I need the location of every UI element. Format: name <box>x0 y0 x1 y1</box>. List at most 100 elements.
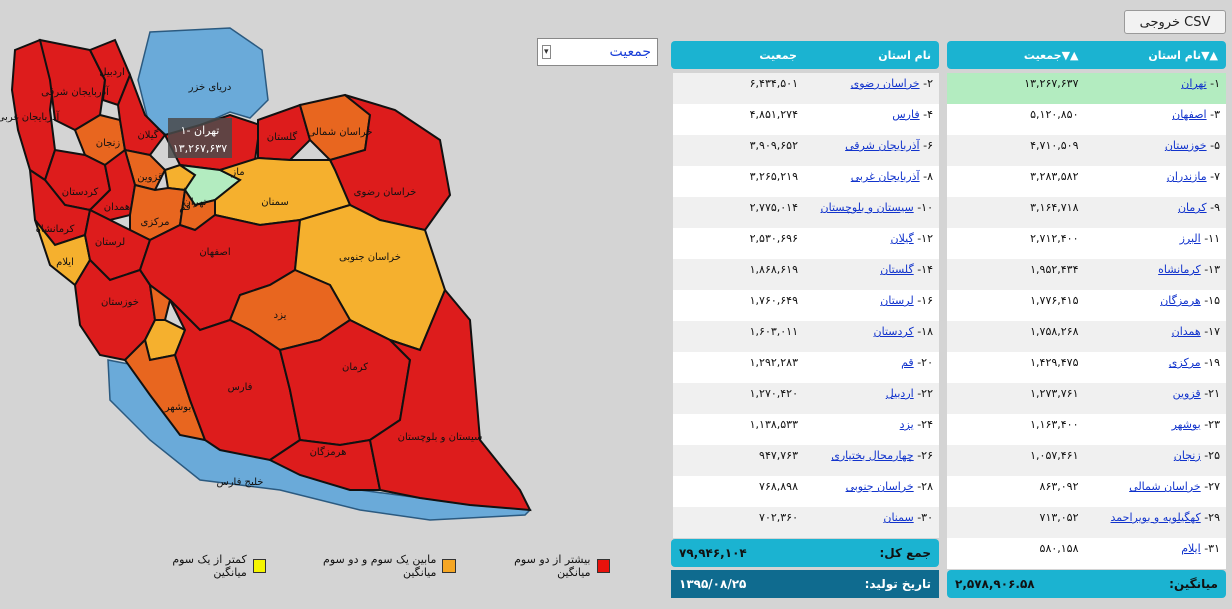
province-link[interactable]: البرز <box>1180 232 1201 245</box>
total-box: جمع کل: ۷۹,۹۴۶,۱۰۴ <box>671 539 939 567</box>
province-link[interactable]: آذربایجان شرقی <box>845 139 919 152</box>
map-legend: بیشتر از دو سوم میانگین مابین یک سوم و د… <box>140 553 610 579</box>
map-tooltip: ۱- تهران ۱۳,۲۶۷,۶۳۷ <box>168 118 232 158</box>
province-link[interactable]: اردبیل <box>886 387 914 400</box>
province-link[interactable]: خراسان رضوی <box>851 77 920 90</box>
province-link[interactable]: یزد <box>900 418 914 431</box>
table-row: ۱۷- همدان ۱,۷۵۸,۲۶۸ <box>947 321 1226 352</box>
population-cell: ۲,۷۷۵,۰۱۴ <box>749 201 798 214</box>
rank-number: ۷- <box>1210 170 1220 183</box>
label-semnan: سمنان <box>261 197 289 208</box>
right-table-header[interactable]: ▲▼نام استان ▲▼جمعیت <box>947 41 1226 69</box>
province-cell: ۲۰- قم <box>806 356 939 369</box>
label-markazi: مرکزی <box>141 217 170 228</box>
province-link[interactable]: تهران <box>1181 77 1206 90</box>
province-link[interactable]: مازندران <box>1167 170 1207 183</box>
label-kordestan: کردستان <box>62 187 99 198</box>
province-cell: ۱- تهران <box>1087 77 1227 90</box>
metric-select[interactable]: ▾ جمعیت <box>537 38 658 66</box>
province-link[interactable]: کرمان <box>1178 201 1207 214</box>
left-table-header: نام استان جمعیت <box>671 41 939 69</box>
rank-number: ۲۸- <box>917 480 933 493</box>
province-link[interactable]: سمنان <box>883 511 913 524</box>
province-link[interactable]: گیلان <box>890 232 913 245</box>
province-link[interactable]: بوشهر <box>1172 418 1201 431</box>
table-row: ۳۱- ایلام ۵۸۰,۱۵۸ <box>947 538 1226 569</box>
province-link[interactable]: کرمانشاه <box>1158 263 1201 276</box>
province-link[interactable]: مرکزی <box>1169 356 1201 369</box>
rank-number: ۱۲- <box>917 232 933 245</box>
rank-number: ۱۴- <box>917 263 933 276</box>
population-cell: ۱۳,۲۶۷,۶۳۷ <box>1024 77 1079 90</box>
average-value: ۲,۵۷۸,۹۰۶.۵۸ <box>955 577 1035 591</box>
population-cell: ۱,۹۵۲,۴۳۴ <box>1030 263 1079 276</box>
label-qazvin: قزوین <box>137 172 163 183</box>
province-link[interactable]: همدان <box>1172 325 1201 338</box>
province-cell: ۷- مازندران <box>1087 170 1227 183</box>
label-gilan: گیلان <box>137 129 158 141</box>
province-link[interactable]: کردستان <box>874 325 914 338</box>
gulf-label: خلیج فارس <box>216 477 263 488</box>
province-link[interactable]: قم <box>901 356 914 369</box>
province-cell: ۲۱- قزوین <box>1087 387 1227 400</box>
rank-number: ۲۲- <box>917 387 933 400</box>
province-cell: ۱۴- گلستان <box>806 263 939 276</box>
csv-export-button[interactable]: خروجی CSV <box>1124 10 1226 34</box>
table-row: ۸- آذربایجان غربی ۳,۲۶۵,۲۱۹ <box>673 166 939 197</box>
date-label: تاریخ تولید: <box>864 577 931 591</box>
table-row: ۲۹- کهگیلویه و بویراحمد ۷۱۳,۰۵۲ <box>947 507 1226 538</box>
population-cell: ۶,۴۳۴,۵۰۱ <box>749 77 798 90</box>
label-lorestan: لرستان <box>95 237 125 248</box>
province-link[interactable]: خراسان شمالی <box>1129 480 1201 493</box>
table-row: ۲۸- خراسان جنوبی ۷۶۸,۸۹۸ <box>673 476 939 507</box>
population-cell: ۲,۷۱۲,۴۰۰ <box>1030 232 1079 245</box>
province-link[interactable]: لرستان <box>880 294 913 307</box>
header-pop-sortable[interactable]: ▲▼جمعیت <box>947 49 1087 62</box>
province-link[interactable]: هرمزگان <box>1160 294 1201 307</box>
province-link[interactable]: چهارمحال بختیاری <box>831 449 913 462</box>
province-link[interactable]: اصفهان <box>1172 108 1206 121</box>
province-cell: ۸- آذربایجان غربی <box>806 170 939 183</box>
province-cell: ۹- کرمان <box>1087 201 1227 214</box>
table-row: ۱- تهران ۱۳,۲۶۷,۶۳۷ <box>947 73 1226 104</box>
population-cell: ۱,۷۷۶,۴۱۵ <box>1030 294 1079 307</box>
province-link[interactable]: ایلام <box>1181 542 1201 555</box>
rank-number: ۳- <box>1210 108 1220 121</box>
province-link[interactable]: گلستان <box>880 263 913 276</box>
province-link[interactable]: سیستان و بلوچستان <box>821 201 914 214</box>
rank-number: ۹- <box>1210 201 1220 214</box>
rank-number: ۱۰- <box>917 201 933 214</box>
table-row: ۷- مازندران ۳,۲۸۳,۵۸۲ <box>947 166 1226 197</box>
province-cell: ۱۲- گیلان <box>806 232 939 245</box>
label-qom: قم <box>179 202 191 213</box>
province-link[interactable]: فارس <box>892 108 919 121</box>
legend-swatch-low <box>252 559 267 573</box>
table-row: ۲۱- قزوین ۱,۲۷۳,۷۶۱ <box>947 383 1226 414</box>
iran-map: دریای خزر خلیج فارس آذربایجان شرقی آذربا… <box>0 20 540 540</box>
province-link[interactable]: کهگیلویه و بویراحمد <box>1111 511 1201 524</box>
rank-number: ۴- <box>923 108 933 121</box>
label-hamedan: همدان <box>104 202 130 213</box>
rank-number: ۲۷- <box>1204 480 1220 493</box>
table-row: ۱۹- مرکزی ۱,۴۲۹,۴۷۵ <box>947 352 1226 383</box>
province-link[interactable]: آذربایجان غربی <box>851 170 920 183</box>
province-cell: ۲۳- بوشهر <box>1087 418 1227 431</box>
table-row: ۳۰- سمنان ۷۰۲,۳۶۰ <box>673 507 939 538</box>
province-link[interactable]: خوزستان <box>1165 139 1207 152</box>
chevron-down-icon: ▾ <box>542 45 551 59</box>
table-row: ۱۸- کردستان ۱,۶۰۳,۰۱۱ <box>673 321 939 352</box>
label-bushehr: بوشهر <box>164 402 191 413</box>
header-name-sortable[interactable]: ▲▼نام استان <box>1087 49 1227 62</box>
province-link[interactable]: خراسان جنوبی <box>846 480 914 493</box>
legend-item-high: بیشتر از دو سوم میانگین <box>482 553 610 579</box>
province-link[interactable]: زنجان <box>1174 449 1201 462</box>
label-ardabil: اردبیل <box>99 67 124 78</box>
legend-label-mid: مابین یک سوم و دو سوم میانگین <box>323 553 437 579</box>
rank-number: ۲۹- <box>1204 511 1220 524</box>
table-row: ۳- اصفهان ۵,۱۲۰,۸۵۰ <box>947 104 1226 135</box>
date-value: ۱۳۹۵/۰۸/۲۵ <box>679 577 747 591</box>
table-row: ۲۵- زنجان ۱,۰۵۷,۴۶۱ <box>947 445 1226 476</box>
province-link[interactable]: قزوین <box>1173 387 1201 400</box>
table-row: ۹- کرمان ۳,۱۶۴,۷۱۸ <box>947 197 1226 228</box>
table-row: ۶- آذربایجان شرقی ۳,۹۰۹,۶۵۲ <box>673 135 939 166</box>
